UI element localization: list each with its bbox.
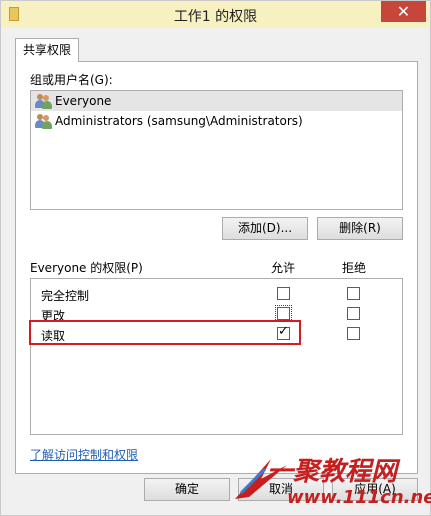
deny-checkbox-read[interactable] [347,327,360,340]
list-item-label: Everyone [55,94,112,108]
title-bar[interactable]: 工作1 的权限 ✕ [1,1,430,28]
highlight-annotation [29,320,301,345]
permissions-list: 完全控制 更改 读取 [30,278,403,435]
close-icon: ✕ [396,2,411,21]
permission-name: 完全控制 [41,289,90,303]
list-item-everyone[interactable]: Everyone [31,91,402,111]
permission-row-full-control: 完全控制 [31,284,402,304]
ok-button[interactable]: 确定 [144,478,230,501]
watermark-url: www.111cn.net [287,487,431,508]
allow-checkbox-change[interactable] [275,305,292,322]
deny-checkbox-change[interactable] [347,307,360,320]
deny-header: 拒绝 [342,261,367,275]
watermark-logo: 一聚教程网 www.111cn.net [231,449,431,515]
users-list[interactable]: Everyone Administrators (samsung\Adminis… [30,90,403,210]
users-label: 组或用户名(G): [30,73,113,87]
list-item-label: Administrators (samsung\Administrators) [55,114,303,128]
close-button[interactable]: ✕ [381,1,426,22]
permissions-label: Everyone 的权限(P) [30,261,143,275]
allow-header: 允许 [271,261,296,275]
tab-share-permissions[interactable]: 共享权限 [15,38,79,62]
watermark-text: 一聚教程网 [267,457,398,487]
window-title: 工作1 的权限 [173,9,258,25]
deny-checkbox-full-control[interactable] [347,287,360,300]
allow-checkbox-full-control[interactable] [277,287,290,300]
access-control-help-link[interactable]: 了解访问控制和权限 [30,446,138,463]
permissions-dialog: 工作1 的权限 ✕ 共享权限 组或用户名(G): Everyone Admini… [0,0,431,516]
tab-panel: 组或用户名(G): Everyone Administrators (samsu… [15,61,418,474]
remove-button[interactable]: 删除(R) [317,217,403,240]
users-group-icon [35,93,52,109]
add-button[interactable]: 添加(D)... [222,217,308,240]
users-group-icon [35,113,52,129]
list-item-administrators[interactable]: Administrators (samsung\Administrators) [31,111,402,131]
